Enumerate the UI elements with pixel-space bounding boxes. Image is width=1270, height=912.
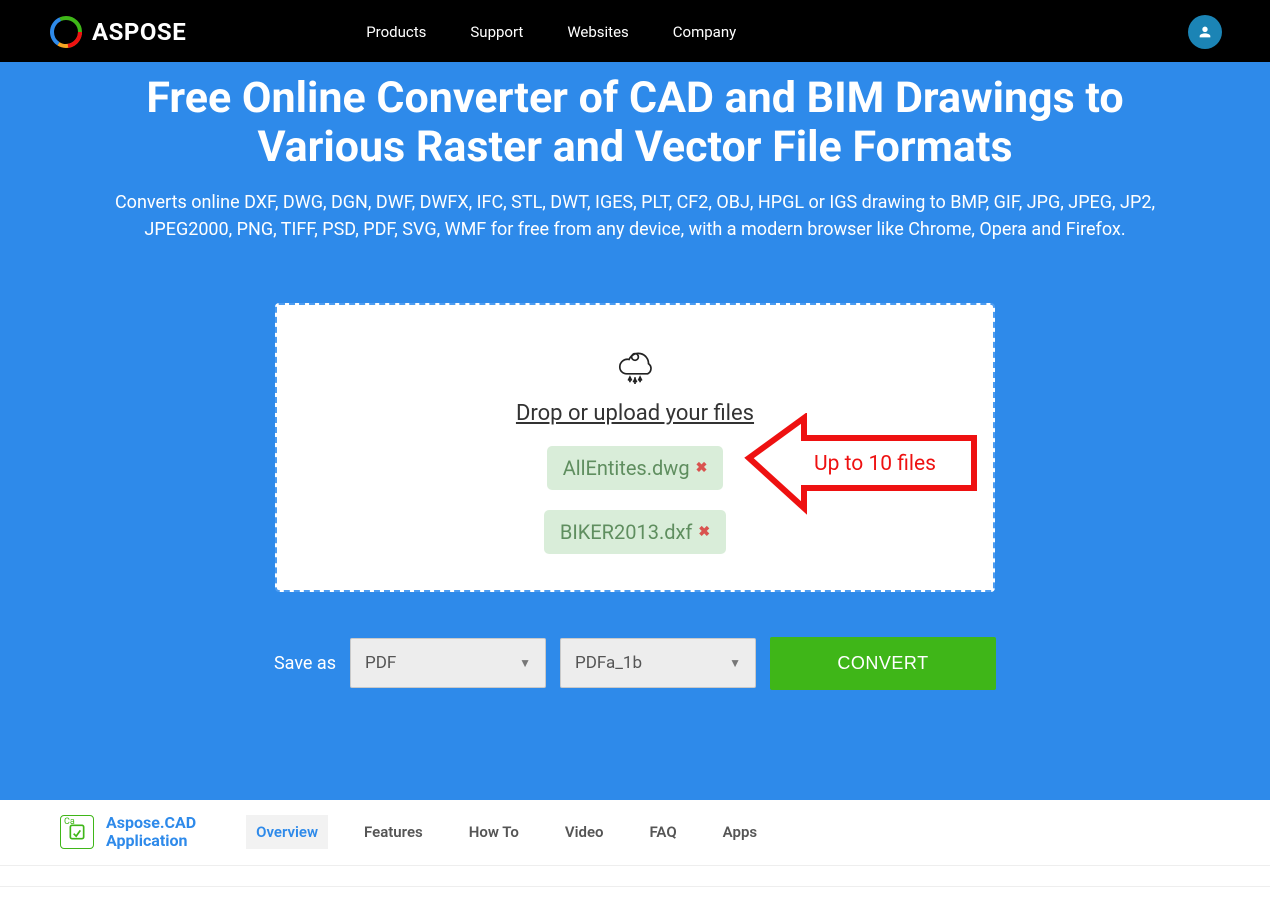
annotation-text: Up to 10 files — [814, 452, 936, 476]
swirl-icon — [48, 14, 84, 50]
nav-support[interactable]: Support — [470, 23, 523, 41]
app-icon: Ca — [60, 815, 94, 849]
annotation-arrow: Up to 10 files — [744, 413, 994, 523]
tab-features[interactable]: Features — [354, 815, 433, 849]
app-title-line2: Application — [106, 832, 196, 850]
convert-button[interactable]: CONVERT — [770, 637, 996, 690]
remove-file-icon[interactable]: ✖ — [698, 524, 710, 540]
file-name: BIKER2013.dxf — [560, 520, 693, 544]
tab-apps[interactable]: Apps — [713, 815, 767, 849]
footer-tabs: Overview Features How To Video FAQ Apps — [246, 815, 767, 849]
navbar: ASPOSE Products Support Websites Company — [0, 2, 1270, 62]
file-chip: BIKER2013.dxf ✖ — [544, 510, 726, 554]
app-title: Aspose.CAD Application — [106, 814, 196, 851]
tab-faq[interactable]: FAQ — [640, 815, 687, 849]
nav-links: Products Support Websites Company — [366, 23, 736, 41]
page-subtitle: Converts online DXF, DWG, DGN, DWF, DWFX… — [95, 189, 1175, 243]
file-name: AllEntites.dwg — [563, 456, 690, 480]
format-dropdown[interactable]: PDF ▼ — [350, 638, 546, 688]
subformat-dropdown[interactable]: PDFa_1b ▼ — [560, 638, 756, 688]
page-title: Free Online Converter of CAD and BIM Dra… — [85, 74, 1185, 173]
app-title-line1: Aspose.CAD — [106, 814, 196, 832]
nav-company[interactable]: Company — [673, 23, 736, 41]
chevron-down-icon: ▼ — [729, 656, 741, 670]
nav-websites[interactable]: Websites — [567, 23, 628, 41]
tab-video[interactable]: Video — [555, 815, 614, 849]
save-row: Save as PDF ▼ PDFa_1b ▼ CONVERT — [24, 637, 1246, 690]
file-chip: AllEntites.dwg ✖ — [547, 446, 724, 490]
brand-name: ASPOSE — [92, 18, 186, 46]
user-button[interactable] — [1188, 15, 1222, 49]
cloud-upload-icon — [608, 335, 662, 389]
footer-bar: Ca Aspose.CAD Application Overview Featu… — [0, 800, 1270, 866]
format-value: PDF — [365, 653, 396, 673]
remove-file-icon[interactable]: ✖ — [696, 460, 708, 476]
subformat-value: PDFa_1b — [575, 653, 642, 673]
drop-area-wrap: Drop or upload your files AllEntites.dwg… — [24, 303, 1246, 592]
app-logo[interactable]: Ca Aspose.CAD Application — [60, 814, 196, 851]
hero-section: Free Online Converter of CAD and BIM Dra… — [0, 62, 1270, 800]
user-icon — [1197, 24, 1213, 40]
save-as-label: Save as — [274, 653, 336, 674]
chevron-down-icon: ▼ — [519, 656, 531, 670]
nav-products[interactable]: Products — [366, 23, 426, 41]
brand-logo[interactable]: ASPOSE — [48, 14, 186, 50]
tab-overview[interactable]: Overview — [246, 815, 328, 849]
tab-howto[interactable]: How To — [459, 815, 529, 849]
